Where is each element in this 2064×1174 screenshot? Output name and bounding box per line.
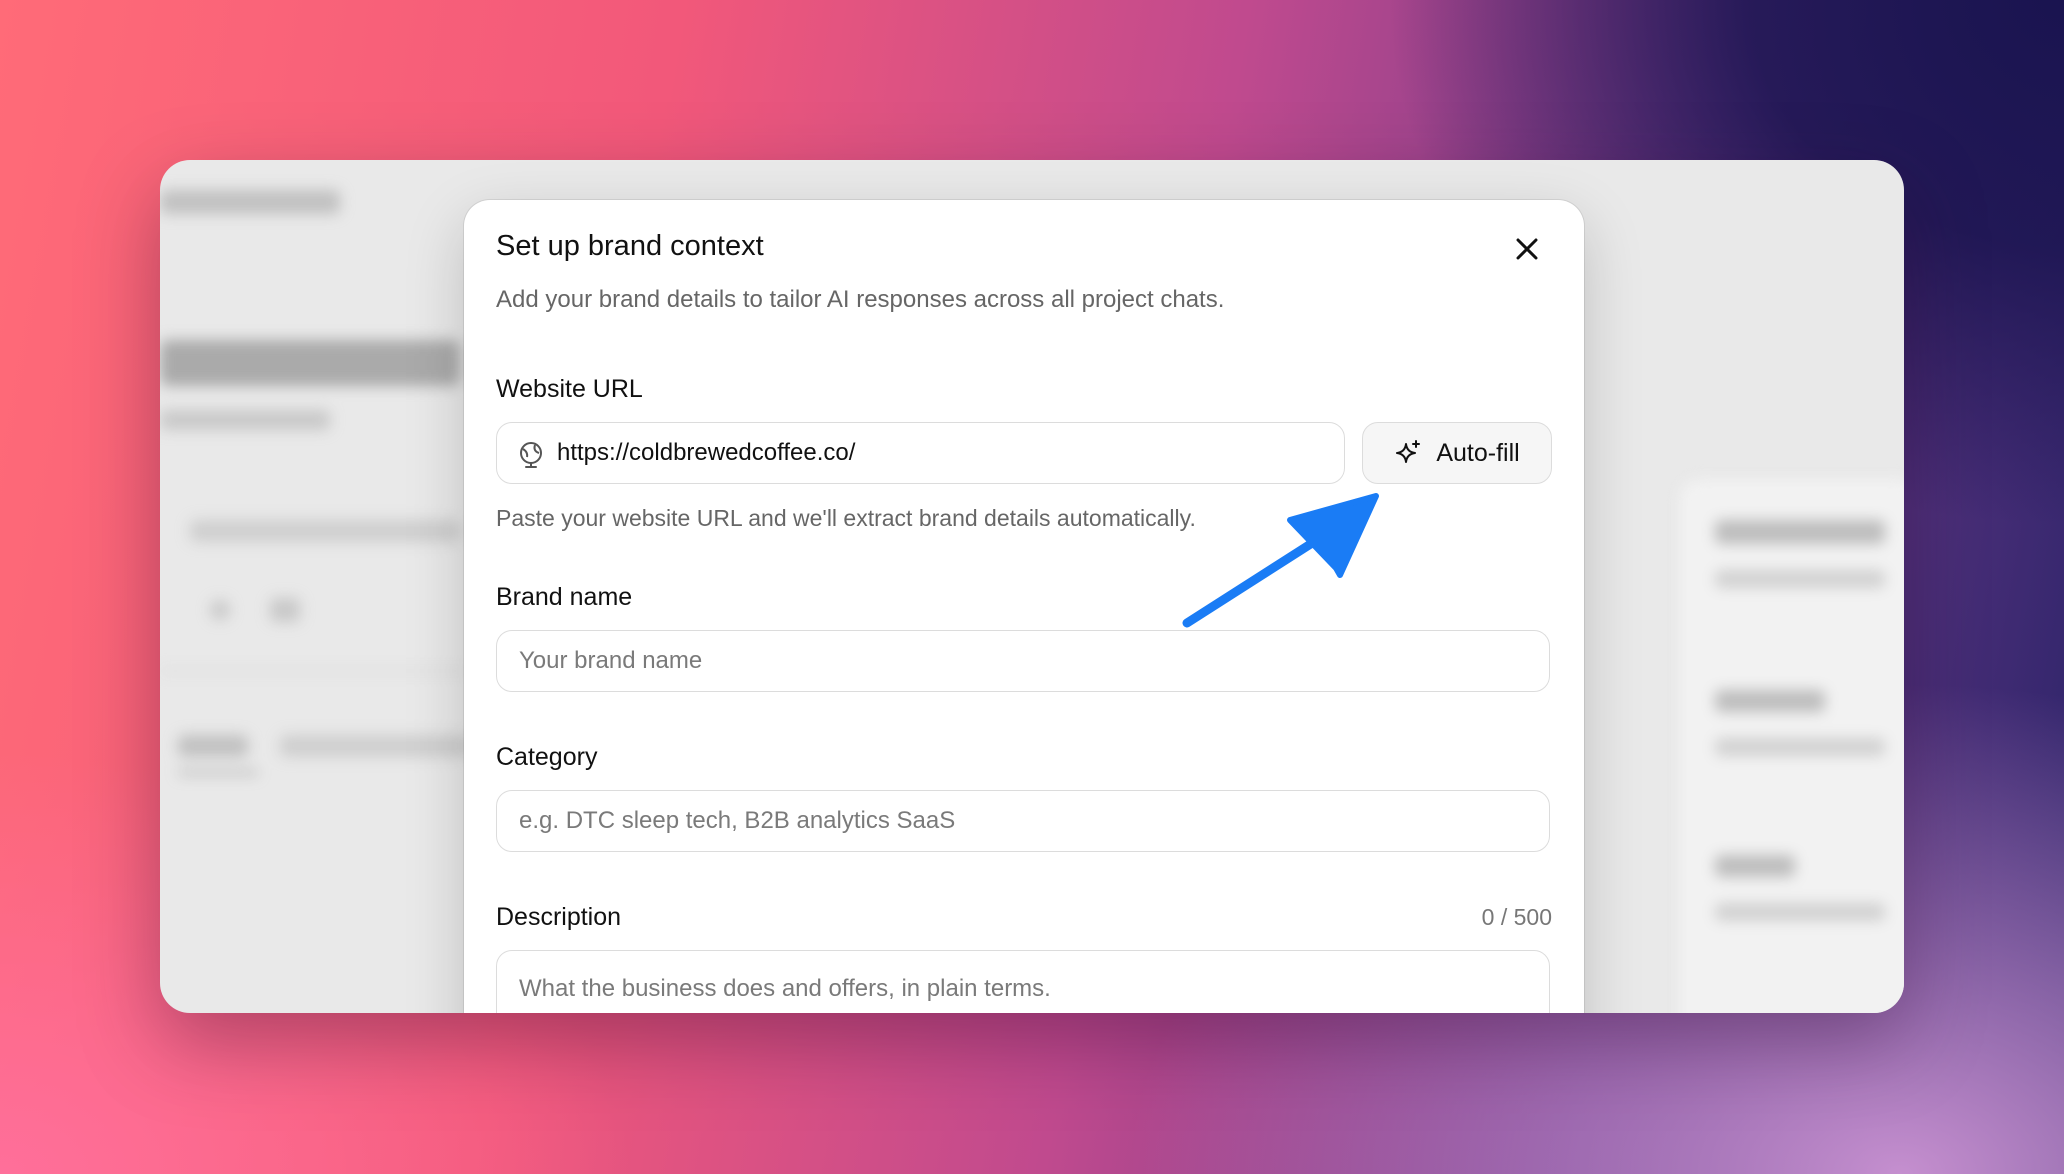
modal-title: Set up brand context xyxy=(496,230,764,262)
description-label: Description xyxy=(496,903,622,931)
category-input[interactable]: e.g. DTC sleep tech, B2B analytics SaaS xyxy=(496,790,1550,852)
website-url-label: Website URL xyxy=(496,375,643,403)
modal-subtitle: Add your brand details to tailor AI resp… xyxy=(496,286,1225,313)
website-url-input[interactable]: https://coldbrewedcoffee.co/ xyxy=(496,422,1345,484)
brand-context-modal: Set up brand context Add your brand deta… xyxy=(464,200,1584,1013)
auto-fill-button[interactable]: Auto-fill xyxy=(1362,422,1552,484)
category-label: Category xyxy=(496,743,598,771)
sparkle-icon xyxy=(1396,440,1421,463)
globe-icon xyxy=(520,442,542,468)
brand-name-placeholder: Your brand name xyxy=(519,647,703,674)
description-placeholder: What the business does and offers, in pl… xyxy=(519,975,1051,1002)
auto-fill-label: Auto-fill xyxy=(1436,438,1520,467)
brand-name-label: Brand name xyxy=(496,583,633,611)
description-char-counter: 0 / 500 xyxy=(1481,904,1552,930)
website-url-hint: Paste your website URL and we'll extract… xyxy=(496,505,1196,531)
close-icon[interactable] xyxy=(1508,230,1546,268)
category-placeholder: e.g. DTC sleep tech, B2B analytics SaaS xyxy=(519,807,956,834)
website-url-value: https://coldbrewedcoffee.co/ xyxy=(557,439,856,466)
description-textarea[interactable]: What the business does and offers, in pl… xyxy=(496,950,1550,1013)
app-window: Set up brand context Add your brand deta… xyxy=(160,160,1904,1013)
annotation-arrow xyxy=(1182,493,1379,628)
